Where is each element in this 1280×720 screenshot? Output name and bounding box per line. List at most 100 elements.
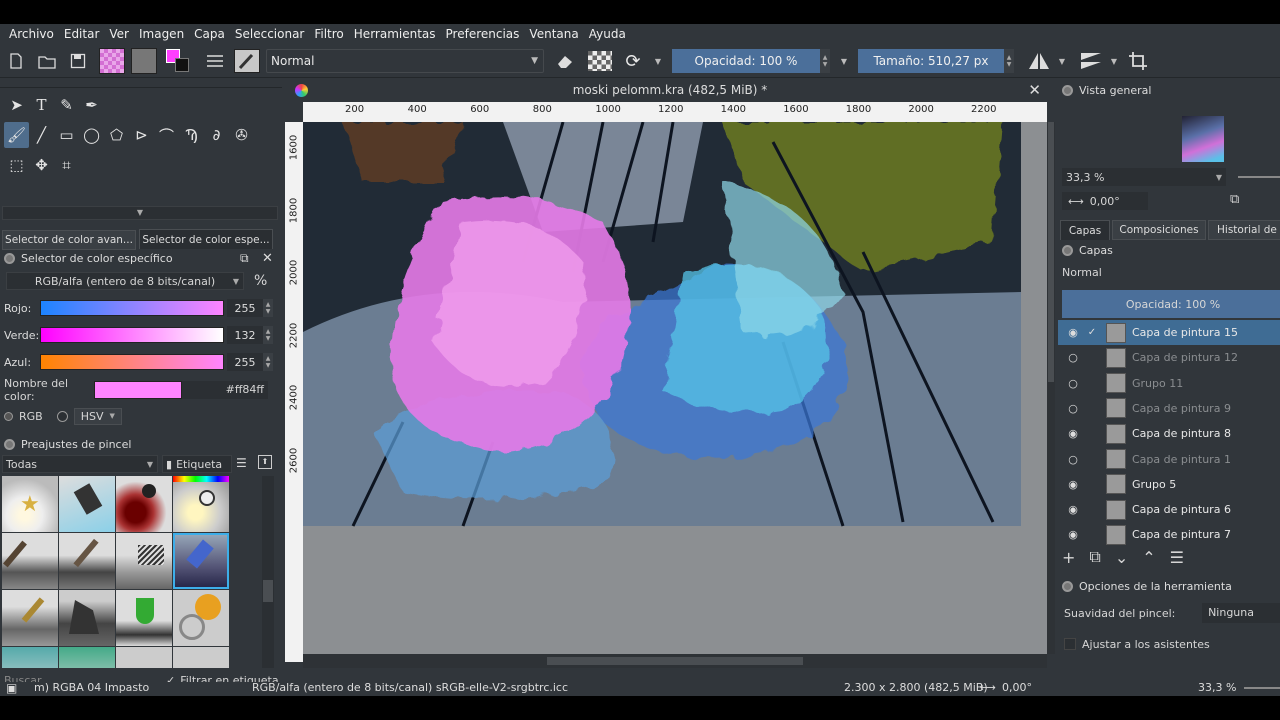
chevron-down-icon[interactable]: ▼ xyxy=(1108,49,1120,73)
blend-mode-select[interactable]: Normal ▼ xyxy=(266,49,544,73)
menu-ayuda[interactable]: Ayuda xyxy=(584,27,631,41)
brush-preset-item[interactable] xyxy=(173,647,229,668)
chevron-down-icon[interactable]: ▼ xyxy=(652,49,664,73)
lock-icon[interactable] xyxy=(4,252,15,264)
layer-check[interactable] xyxy=(1086,453,1098,465)
select-shapes-icon[interactable]: ➤ xyxy=(4,92,29,118)
lock-icon[interactable] xyxy=(1062,580,1073,592)
text-tool-icon[interactable]: T xyxy=(29,92,54,118)
layer-row[interactable]: ○ Capa de pintura 1 xyxy=(1058,447,1280,472)
brush-preset-item[interactable] xyxy=(116,533,172,589)
status-zoom-slider[interactable] xyxy=(1244,687,1280,689)
crop-tool-icon[interactable]: ⌗ xyxy=(54,152,79,178)
red-slider[interactable] xyxy=(40,300,224,316)
smoothing-select[interactable]: Ninguna xyxy=(1202,603,1280,623)
zoom-slider[interactable] xyxy=(1238,176,1280,178)
freehand-path-icon[interactable]: Ϡ xyxy=(179,122,204,148)
float-icon[interactable]: ⧉ xyxy=(240,251,249,266)
brush-preset-item[interactable]: ★ xyxy=(2,476,58,532)
menu-capa[interactable]: Capa xyxy=(189,27,230,41)
color-hex-field[interactable]: #ff84ff xyxy=(182,381,268,399)
brush-preset-item[interactable] xyxy=(173,590,229,646)
brush-preset-item[interactable] xyxy=(2,533,58,589)
brush-preset-item[interactable] xyxy=(59,533,115,589)
opacity-slider[interactable]: Opacidad: 100 % xyxy=(672,49,820,73)
tab-advanced-color-selector[interactable]: Selector de color avan... xyxy=(2,230,136,250)
duplicate-layer-icon[interactable]: ⧉ xyxy=(1089,547,1100,567)
wrap-around-icon[interactable] xyxy=(1126,49,1150,73)
red-spin[interactable]: ▲ ▼ xyxy=(263,299,273,317)
gradient-preset-button[interactable] xyxy=(99,48,125,74)
red-value[interactable]: 255 xyxy=(227,299,263,317)
menu-imagen[interactable]: Imagen xyxy=(134,27,189,41)
menu-ver[interactable]: Ver xyxy=(104,27,134,41)
lock-icon[interactable] xyxy=(4,438,15,450)
calligraphy-icon[interactable]: ✒ xyxy=(79,92,104,118)
blue-value[interactable]: 255 xyxy=(227,353,263,371)
mirror-horizontal-icon[interactable] xyxy=(1026,49,1052,73)
lock-icon[interactable] xyxy=(1062,84,1073,96)
presets-filter-select[interactable]: Todas ▼ xyxy=(2,455,158,473)
chevron-down-icon[interactable]: ▼ xyxy=(1056,49,1068,73)
menu-herramientas[interactable]: Herramientas xyxy=(349,27,441,41)
menu-preferencias[interactable]: Preferencias xyxy=(441,27,525,41)
close-icon[interactable]: ✕ xyxy=(262,251,273,266)
overview-thumbnail[interactable] xyxy=(1182,116,1224,162)
layer-properties-icon[interactable]: ☰ xyxy=(1170,548,1184,567)
green-slider[interactable] xyxy=(40,327,224,343)
rgb-radio[interactable] xyxy=(4,411,13,421)
opacity-spin[interactable]: ▲ ▼ xyxy=(820,49,830,73)
multibrush-icon[interactable]: ✇ xyxy=(229,122,254,148)
canvas-area[interactable] xyxy=(303,122,1047,654)
brush-preset-item[interactable] xyxy=(59,476,115,532)
zoom-select[interactable]: 33,3 % ▼ xyxy=(1062,168,1226,186)
preserve-alpha-icon[interactable] xyxy=(588,51,612,71)
size-slider[interactable]: Tamaño: 510,27 px xyxy=(858,49,1004,73)
eraser-icon[interactable] xyxy=(554,49,576,73)
list-view-icon[interactable]: ☰ xyxy=(236,456,247,470)
bezier-tool-icon[interactable]: ⌒ xyxy=(154,122,179,148)
layer-blend-mode-select[interactable]: Normal xyxy=(1062,263,1280,281)
toolbox-expander[interactable]: ▼ xyxy=(2,206,278,220)
brush-preset-item[interactable] xyxy=(116,647,172,668)
brush-preset-icon[interactable] xyxy=(234,49,260,73)
layer-check[interactable] xyxy=(1086,377,1098,389)
brush-settings-icon[interactable] xyxy=(204,49,226,73)
layer-row[interactable]: ◉ ✓ Capa de pintura 15 xyxy=(1058,320,1280,345)
eye-hidden-icon[interactable]: ○ xyxy=(1066,351,1080,364)
tab-layers[interactable]: Capas xyxy=(1060,220,1110,240)
eye-icon[interactable]: ◉ xyxy=(1066,326,1080,339)
artwork-canvas[interactable] xyxy=(303,122,1047,654)
eye-hidden-icon[interactable]: ○ xyxy=(1066,377,1080,390)
transform-tool-icon[interactable]: ⬚ xyxy=(4,152,29,178)
document-tab[interactable]: moski pelomm.kra (482,5 MiB) * ✕ xyxy=(285,78,1055,102)
brush-preset-item[interactable] xyxy=(116,476,172,532)
close-icon[interactable]: ✕ xyxy=(1028,81,1041,99)
open-folder-icon[interactable] xyxy=(36,49,58,73)
save-icon[interactable] xyxy=(67,49,89,73)
eye-hidden-icon[interactable]: ○ xyxy=(1066,453,1080,466)
menu-seleccionar[interactable]: Seleccionar xyxy=(230,27,309,41)
layer-row[interactable]: ◉ Capa de pintura 8 xyxy=(1058,421,1280,446)
layer-row[interactable]: ○ Grupo 11 xyxy=(1058,371,1280,396)
layer-check[interactable] xyxy=(1086,529,1098,541)
size-spin[interactable]: ▲ ▼ xyxy=(1004,49,1014,73)
hsv-select[interactable]: HSV ▼ xyxy=(73,407,122,425)
layer-row[interactable]: ◉ Capa de pintura 6 xyxy=(1058,497,1280,522)
tab-specific-color-selector[interactable]: Selector de color espe... xyxy=(139,229,273,249)
tab-history[interactable]: Historial de d xyxy=(1208,220,1280,240)
brush-preset-item[interactable] xyxy=(2,590,58,646)
green-value[interactable]: 132 xyxy=(227,326,263,344)
polygon-tool-icon[interactable]: ⬠ xyxy=(104,122,129,148)
menu-archivo[interactable]: Archivo xyxy=(4,27,59,41)
brush-preset-item[interactable] xyxy=(116,590,172,646)
add-layer-icon[interactable]: + xyxy=(1062,548,1075,567)
layer-check[interactable] xyxy=(1086,402,1098,414)
dynamic-brush-icon[interactable]: ∂ xyxy=(204,122,229,148)
eye-icon[interactable]: ◉ xyxy=(1066,503,1080,516)
lock-icon[interactable] xyxy=(1062,244,1073,256)
brush-preset-item-selected[interactable] xyxy=(173,533,229,589)
rotation-field[interactable]: ⟷ 0,00° xyxy=(1062,192,1148,210)
layer-row[interactable]: ◉ Grupo 5 xyxy=(1058,472,1280,497)
eye-hidden-icon[interactable]: ○ xyxy=(1066,402,1080,415)
